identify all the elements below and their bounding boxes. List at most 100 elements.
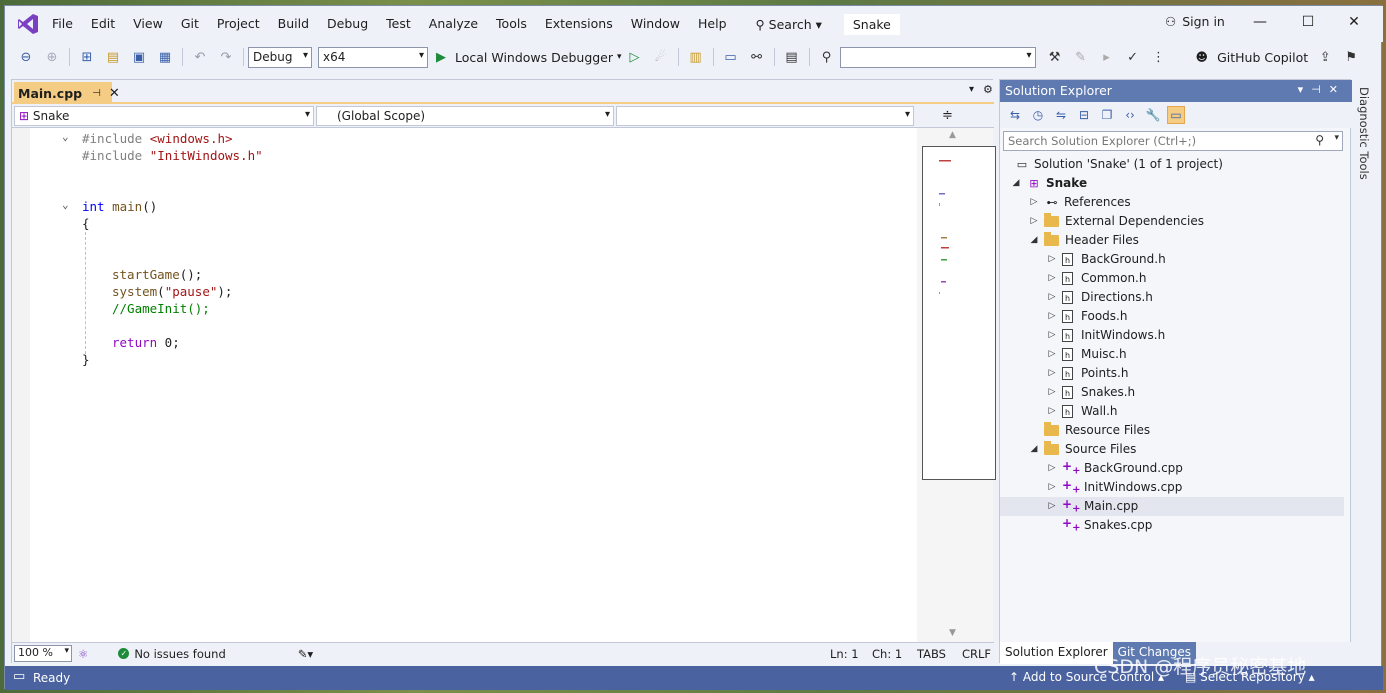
- open-folder-icon[interactable]: ▤: [103, 47, 123, 67]
- expanded-arrow-icon[interactable]: ◢: [1028, 440, 1040, 459]
- diagnostic-tools-side-tab[interactable]: Diagnostic Tools: [1354, 79, 1374, 663]
- collapsed-arrow-icon[interactable]: ▷: [1046, 288, 1058, 307]
- minimize-button[interactable]: —: [1245, 14, 1275, 30]
- code-map-icon[interactable]: ⚯: [747, 47, 767, 67]
- visual-studio-logo-icon[interactable]: [13, 9, 43, 39]
- start-without-debugging-icon[interactable]: ▷: [625, 47, 645, 67]
- collapsed-arrow-icon[interactable]: ▷: [1028, 212, 1040, 231]
- scroll-up-icon[interactable]: ▲: [949, 130, 956, 140]
- indent-mode[interactable]: TABS: [917, 647, 946, 661]
- tree-item-header-file[interactable]: ▷ BackGround.h: [1046, 250, 1166, 270]
- show-all-files-icon[interactable]: ❐: [1098, 106, 1116, 124]
- start-debugging-button[interactable]: ▶ Local Windows Debugger ▾: [436, 50, 622, 65]
- menu-tools[interactable]: Tools: [487, 6, 536, 42]
- scope-dropdown[interactable]: (Global Scope): [316, 105, 614, 126]
- hot-reload-icon[interactable]: ☄: [651, 47, 671, 67]
- fold-toggle-icon[interactable]: ⌄: [62, 130, 69, 143]
- fold-toggle-icon[interactable]: ⌄: [62, 198, 69, 211]
- tree-item-resource-files[interactable]: Resource Files: [1044, 421, 1150, 440]
- pane-controls[interactable]: ▾⊣✕: [1298, 83, 1346, 96]
- tree-item-source-file-selected[interactable]: ▷ ++ Main.cpp: [1000, 497, 1344, 516]
- view-code-icon[interactable]: ‹›: [1121, 106, 1139, 124]
- collapsed-arrow-icon[interactable]: ▷: [1046, 345, 1058, 364]
- zoom-select[interactable]: 100 %: [14, 645, 72, 662]
- collapsed-arrow-icon[interactable]: ▷: [1046, 307, 1058, 326]
- collapsed-arrow-icon[interactable]: ▷: [1028, 193, 1040, 212]
- tab-list-dropdown-icon[interactable]: ▾: [969, 84, 974, 95]
- switch-views-icon[interactable]: ⇆: [1006, 106, 1024, 124]
- menu-analyze[interactable]: Analyze: [420, 6, 487, 42]
- code-text-area[interactable]: ⌄ ⌄ #include <windows.h> #include "InitW…: [12, 128, 917, 642]
- menu-window[interactable]: Window: [622, 6, 689, 42]
- menu-help[interactable]: Help: [689, 6, 736, 42]
- chevron-down-icon[interactable]: ▾: [1334, 133, 1339, 143]
- tree-item-header-file[interactable]: ▷ Muisc.h: [1046, 345, 1127, 365]
- search-button[interactable]: ⚲ Search ▾: [748, 12, 830, 36]
- menu-file[interactable]: File: [43, 6, 82, 42]
- collapsed-arrow-icon[interactable]: ▷: [1046, 459, 1058, 478]
- tree-item-project[interactable]: ◢ ⊞ Snake: [1010, 174, 1088, 193]
- build-icon[interactable]: ⚒: [1045, 47, 1065, 67]
- highlight-icon[interactable]: ✎: [1071, 47, 1091, 67]
- collapsed-arrow-icon[interactable]: ▷: [1046, 364, 1058, 383]
- tree-item-header-files[interactable]: ◢ Header Files: [1028, 231, 1139, 250]
- preview-selected-icon[interactable]: ▭: [1167, 106, 1185, 124]
- menu-edit[interactable]: Edit: [82, 6, 124, 42]
- tree-item-header-file[interactable]: ▷ Common.h: [1046, 269, 1147, 289]
- menu-test[interactable]: Test: [377, 6, 420, 42]
- solution-platform-select[interactable]: x64: [318, 46, 428, 68]
- expanded-arrow-icon[interactable]: ◢: [1010, 174, 1022, 193]
- comment-icon[interactable]: ▤: [782, 47, 802, 67]
- tree-item-header-file[interactable]: ▷ Snakes.h: [1046, 383, 1136, 403]
- sync-icon[interactable]: ⇋: [1052, 106, 1070, 124]
- menu-extensions[interactable]: Extensions: [536, 6, 622, 42]
- code-cleanup-icon[interactable]: ⚛: [78, 647, 88, 661]
- pin-icon[interactable]: ⊣: [92, 88, 101, 99]
- tree-item-header-file[interactable]: ▷ InitWindows.h: [1046, 326, 1166, 346]
- tree-item-source-files[interactable]: ◢ Source Files: [1028, 440, 1136, 459]
- collapsed-arrow-icon[interactable]: ▷: [1046, 383, 1058, 402]
- github-copilot-button[interactable]: ☻ GitHub Copilot: [1196, 50, 1313, 65]
- overflow-icon[interactable]: ⋮: [1149, 47, 1169, 67]
- find-in-files-icon[interactable]: ⚲: [817, 47, 837, 67]
- undo-icon[interactable]: ↶: [190, 47, 210, 67]
- navigate-forward-icon[interactable]: ⊕: [42, 47, 62, 67]
- scroll-down-icon[interactable]: ▼: [949, 628, 956, 638]
- collapse-all-icon[interactable]: ⊟: [1075, 106, 1093, 124]
- navigate-back-icon[interactable]: ⊖: [16, 47, 36, 67]
- sign-in-button[interactable]: ⚇ Sign in: [1165, 14, 1225, 29]
- tree-item-solution[interactable]: ▭ Solution 'Snake' (1 of 1 project): [1014, 155, 1223, 174]
- tree-item-header-file[interactable]: ▷ Foods.h: [1046, 307, 1128, 327]
- share-icon[interactable]: ⇪: [1315, 47, 1335, 67]
- issues-status[interactable]: No issues found: [134, 647, 225, 661]
- member-dropdown[interactable]: [616, 105, 914, 126]
- collapsed-arrow-icon[interactable]: ▷: [1046, 497, 1058, 516]
- collapsed-arrow-icon[interactable]: ▷: [1046, 269, 1058, 288]
- menu-git[interactable]: Git: [172, 6, 208, 42]
- project-dropdown[interactable]: ⊞ Snake: [14, 105, 314, 126]
- collapsed-arrow-icon[interactable]: ▷: [1046, 250, 1058, 269]
- column-number[interactable]: Ch: 1: [872, 647, 902, 661]
- code-minimap[interactable]: [922, 146, 996, 480]
- brush-icon[interactable]: ✎▾: [298, 647, 313, 661]
- collapsed-arrow-icon[interactable]: ▷: [1046, 478, 1058, 497]
- settings-icon[interactable]: ⚙: [983, 83, 993, 96]
- menu-view[interactable]: View: [124, 6, 172, 42]
- tree-item-source-file[interactable]: ++ Snakes.cpp: [1062, 516, 1152, 535]
- tab-main-cpp[interactable]: Main.cpp ⊣ ✕: [14, 82, 120, 104]
- collapsed-arrow-icon[interactable]: ▷: [1046, 402, 1058, 421]
- line-ending[interactable]: CRLF: [962, 647, 991, 661]
- close-window-button[interactable]: ✕: [1339, 14, 1369, 30]
- solution-explorer-search-input[interactable]: Search Solution Explorer (Ctrl+;) ⚲ ▾: [1003, 131, 1343, 151]
- new-project-icon[interactable]: ⊞: [77, 47, 97, 67]
- close-tab-icon[interactable]: ✕: [109, 86, 120, 101]
- menu-debug[interactable]: Debug: [318, 6, 377, 42]
- tree-item-references[interactable]: ▷ ⊷ References: [1028, 193, 1131, 212]
- expanded-arrow-icon[interactable]: ◢: [1028, 231, 1040, 250]
- tree-item-header-file[interactable]: ▷ Directions.h: [1046, 288, 1153, 308]
- redo-icon[interactable]: ↷: [216, 47, 236, 67]
- tree-item-header-file[interactable]: ▷ Wall.h: [1046, 402, 1118, 422]
- step-icon[interactable]: ▸: [1097, 47, 1117, 67]
- solution-configuration-select[interactable]: Debug: [248, 46, 312, 68]
- save-icon[interactable]: ▣: [129, 47, 149, 67]
